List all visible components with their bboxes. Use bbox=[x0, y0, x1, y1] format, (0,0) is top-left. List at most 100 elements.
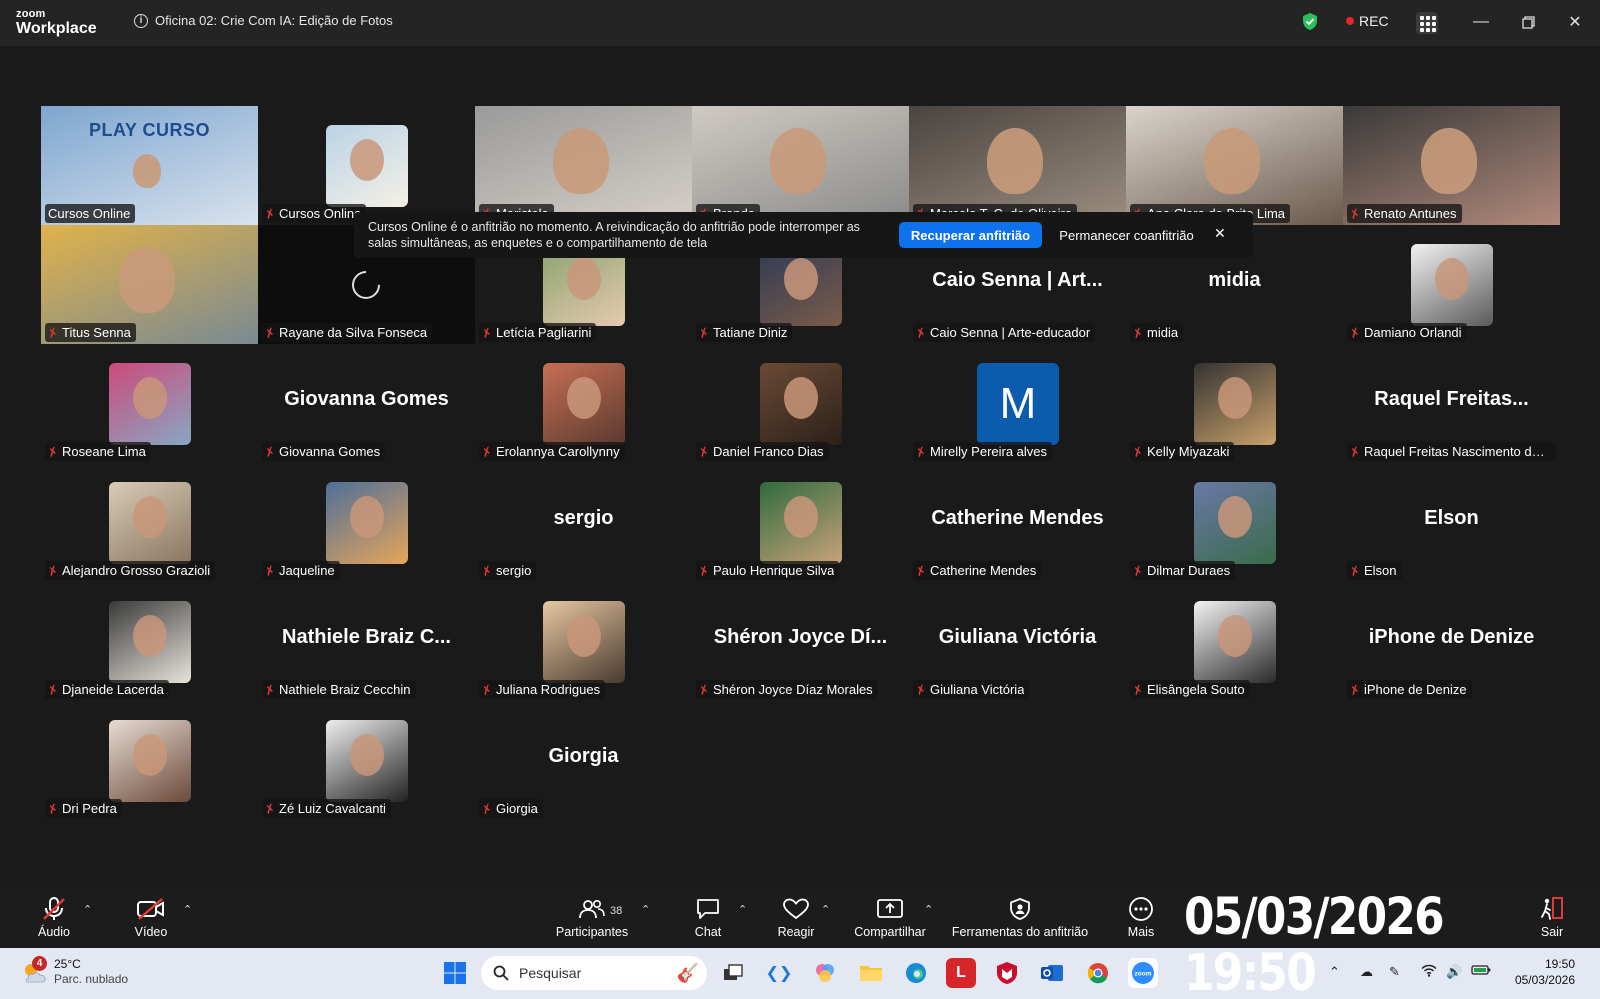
participant-name-tag: ✗ Djaneide Lacerda bbox=[45, 680, 169, 699]
loading-spinner-icon bbox=[346, 265, 386, 305]
participant-name: Djaneide Lacerda bbox=[62, 682, 164, 697]
brand-big: Workplace bbox=[16, 20, 97, 37]
participant-tile[interactable]: ✗Maristela bbox=[475, 106, 692, 225]
participant-tile[interactable]: ✗Marcelo T. C. de Oliveira bbox=[909, 106, 1126, 225]
recording-indicator[interactable]: REC bbox=[1346, 13, 1389, 29]
participant-name: Erolannya Carollynny bbox=[496, 444, 620, 459]
weather-widget[interactable]: 4 25°C Parc. nublado bbox=[20, 956, 128, 987]
participant-tile[interactable]: ✗ Dri Pedra bbox=[41, 701, 258, 820]
participant-name-tag: ✗ Paulo Henrique Silva bbox=[696, 561, 840, 580]
person-silhouette bbox=[770, 128, 826, 194]
participant-tile[interactable]: Catherine Mendes ✗ Catherine Mendes bbox=[909, 463, 1126, 582]
participant-tile[interactable]: ✗ Djaneide Lacerda bbox=[41, 582, 258, 701]
mic-muted-icon: ✗ bbox=[262, 681, 278, 698]
host-tools-button[interactable]: Ferramentas do anfitrião bbox=[948, 888, 1092, 948]
host-notice-banner: Cursos Online é o anfitrião no momento. … bbox=[354, 212, 1253, 258]
participant-name: Nathiele Braiz Cecchin bbox=[279, 682, 411, 697]
file-explorer-icon[interactable] bbox=[856, 958, 886, 988]
participant-tile[interactable]: ✗Brenda bbox=[692, 106, 909, 225]
chat-button[interactable]: Chat bbox=[688, 888, 728, 948]
mcafee-shield-icon[interactable] bbox=[992, 958, 1022, 988]
chat-options-chevron-icon[interactable]: ⌃ bbox=[738, 903, 747, 916]
participant-name: Dri Pedra bbox=[62, 801, 117, 816]
share-screen-button[interactable]: Compartilhar bbox=[848, 888, 932, 948]
participant-avatar bbox=[543, 601, 625, 683]
participant-avatar bbox=[760, 363, 842, 445]
participant-tile[interactable]: Nathiele Braiz C... ✗ Nathiele Braiz Cecch… bbox=[258, 582, 475, 701]
participant-tile[interactable]: Elson ✗ Elson bbox=[1343, 463, 1560, 582]
audio-button[interactable]: Áudio bbox=[34, 888, 74, 948]
task-view-icon[interactable] bbox=[718, 958, 748, 988]
participant-tile[interactable]: ✗ Jaqueline bbox=[258, 463, 475, 582]
mic-muted-icon: ✗ bbox=[1130, 562, 1146, 579]
participant-name-tag: ✗ Cursos Online bbox=[262, 204, 367, 223]
participant-tile[interactable]: ✗ Renato Antunes bbox=[1343, 106, 1560, 225]
audio-options-chevron-icon[interactable]: ⌃ bbox=[83, 903, 92, 916]
temperature: 25°C bbox=[54, 957, 81, 971]
participant-tile[interactable]: ✗ Elisângela Souto bbox=[1126, 582, 1343, 701]
remain-cohost-button[interactable]: Permanecer coanfitrião bbox=[1054, 222, 1199, 248]
participant-tile[interactable]: ✗ Titus Senna bbox=[41, 225, 258, 344]
participant-avatar bbox=[109, 363, 191, 445]
participant-tile[interactable]: Raquel Freitas... ✗ Raquel Freitas Nascime… bbox=[1343, 344, 1560, 463]
participant-display-name: Giuliana Victória bbox=[938, 626, 1097, 648]
share-options-chevron-icon[interactable]: ⌃ bbox=[924, 903, 933, 916]
encryption-shield-icon[interactable] bbox=[1302, 12, 1318, 31]
participant-tile[interactable]: iPhone de Denize ✗ iPhone de Denize bbox=[1343, 582, 1560, 701]
video-button[interactable]: Vídeo bbox=[131, 888, 171, 948]
react-options-chevron-icon[interactable]: ⌃ bbox=[821, 903, 830, 916]
banner-close-icon[interactable]: ✕ bbox=[1214, 225, 1226, 242]
participant-tile[interactable]: Giorgia ✗ Giorgia bbox=[475, 701, 692, 820]
windows-start-icon[interactable] bbox=[440, 958, 470, 988]
participant-tile[interactable]: ✗ Zé Luiz Cavalcanti bbox=[258, 701, 475, 820]
participant-name-tag: Cursos Online bbox=[45, 204, 136, 223]
participant-tile[interactable]: Giuliana Victória ✗ Giuliana Victória bbox=[909, 582, 1126, 701]
apps-grid-icon[interactable] bbox=[1416, 12, 1438, 34]
participant-tile[interactable]: Giovanna Gomes ✗ Giovanna Gomes bbox=[258, 344, 475, 463]
participant-tile[interactable]: ✗ Paulo Henrique Silva bbox=[692, 463, 909, 582]
info-icon[interactable]: i bbox=[134, 13, 148, 28]
participant-tile[interactable]: sergio ✗ sergio bbox=[475, 463, 692, 582]
participant-tile[interactable]: ✗Ana Clara de Brito Lima bbox=[1126, 106, 1343, 225]
mic-muted-icon: ✗ bbox=[479, 562, 495, 579]
participant-avatar bbox=[109, 482, 191, 564]
participant-tile[interactable]: ✗ Kelly Miyazaki bbox=[1126, 344, 1343, 463]
leave-label: Sair bbox=[1540, 925, 1564, 939]
participant-tile[interactable]: ✗ Dilmar Duraes bbox=[1126, 463, 1343, 582]
participants-options-chevron-icon[interactable]: ⌃ bbox=[641, 903, 650, 916]
close-icon[interactable]: ✕ bbox=[1562, 10, 1588, 34]
participant-tile[interactable]: ✗ Alejandro Grosso Grazioli bbox=[41, 463, 258, 582]
outlook-icon[interactable] bbox=[1037, 958, 1067, 988]
mic-muted-icon: ✗ bbox=[1130, 324, 1146, 341]
participant-tile[interactable]: ✗ Erolannya Carollynny bbox=[475, 344, 692, 463]
host-notice-message: Cursos Online é o anfitrião no momento. … bbox=[368, 220, 860, 250]
minimize-icon[interactable]: — bbox=[1468, 10, 1494, 34]
participant-tile[interactable]: ✗ Daniel Franco Dias bbox=[692, 344, 909, 463]
participant-tile[interactable]: M ✗ Mirelly Pereira alves bbox=[909, 344, 1126, 463]
meeting-info[interactable]: i Oficina 02: Crie Com IA: Edição de Fot… bbox=[134, 13, 393, 28]
participant-name-tag: ✗ Roseane Lima bbox=[45, 442, 151, 461]
participant-display-name: Nathiele Braiz C... bbox=[282, 626, 451, 648]
participant-tile[interactable]: Shéron Joyce Dí... ✗ Shéron Joyce Díaz Mor… bbox=[692, 582, 909, 701]
participant-tile[interactable]: PLAY CURSO Cursos Online bbox=[41, 106, 258, 225]
participants-button[interactable]: Participantes bbox=[552, 888, 632, 948]
participant-tile[interactable]: ✗ Roseane Lima bbox=[41, 344, 258, 463]
more-button[interactable]: Mais bbox=[1121, 888, 1161, 948]
copilot-icon[interactable] bbox=[810, 958, 840, 988]
taskbar-search[interactable]: Pesquisar 🎸 bbox=[481, 956, 707, 990]
zoom-taskbar-icon[interactable]: zoom bbox=[1128, 958, 1158, 988]
edge-icon[interactable] bbox=[901, 958, 931, 988]
letter-l-app-icon[interactable]: L bbox=[946, 958, 976, 988]
reclaim-host-button[interactable]: Recuperar anfitrião bbox=[899, 222, 1042, 248]
mic-muted-icon: ✗ bbox=[479, 324, 495, 341]
vscode-icon[interactable]: ❮❯ bbox=[764, 958, 794, 988]
chrome-icon[interactable] bbox=[1083, 958, 1113, 988]
participant-name: Shéron Joyce Díaz Morales bbox=[713, 682, 873, 697]
participant-avatar bbox=[326, 482, 408, 564]
restore-icon[interactable] bbox=[1515, 10, 1541, 34]
react-button[interactable]: Reagir bbox=[776, 888, 816, 948]
participant-tile[interactable]: ✗ Cursos Online bbox=[258, 106, 475, 225]
video-options-chevron-icon[interactable]: ⌃ bbox=[183, 903, 192, 916]
participant-tile[interactable]: ✗ Damiano Orlandi bbox=[1343, 225, 1560, 344]
participant-tile[interactable]: ✗ Juliana Rodrigues bbox=[475, 582, 692, 701]
